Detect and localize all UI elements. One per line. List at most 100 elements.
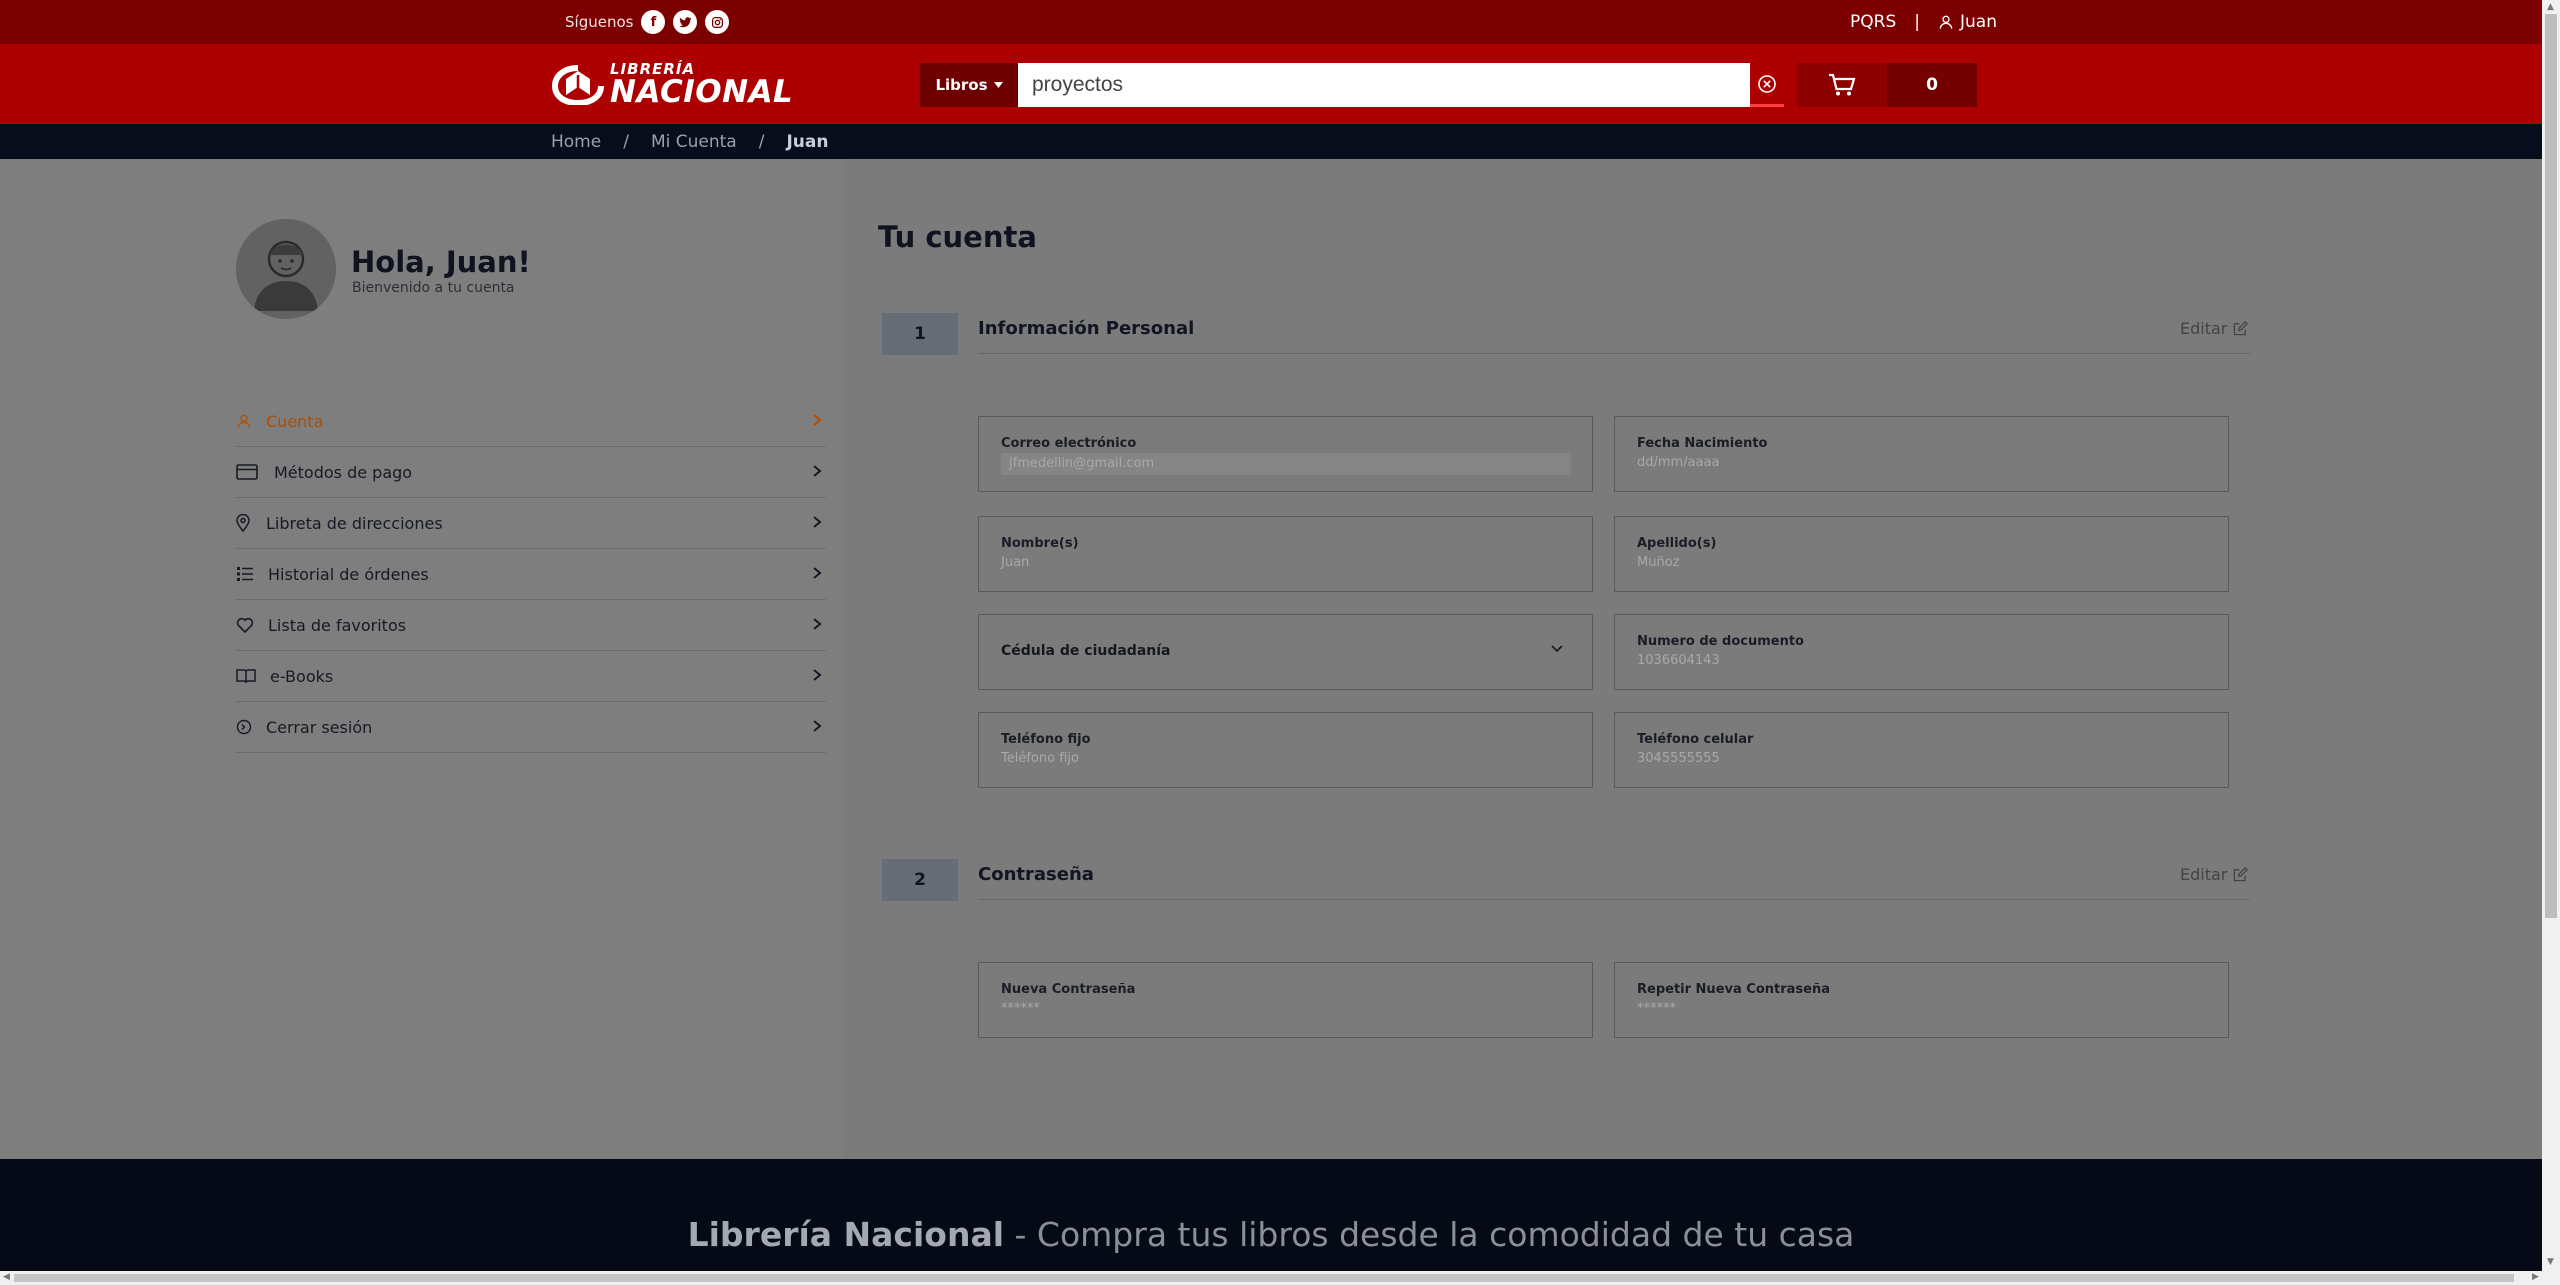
shopping-cart-icon (1829, 73, 1856, 96)
scroll-down-arrow-icon[interactable]: ▼ (2547, 1257, 2554, 1267)
nav-item-lista-favoritos[interactable]: Lista de favoritos (236, 600, 826, 651)
nav-label: Libreta de direcciones (266, 513, 443, 533)
nav-label: Cerrar sesión (266, 717, 373, 737)
last-name-label: Apellido(s) (1637, 536, 1717, 551)
mobile-field[interactable]: Teléfono celular 3045555555 (1614, 712, 2229, 788)
document-number-label: Numero de documento (1637, 634, 1804, 649)
repeat-password-label: Repetir Nueva Contraseña (1637, 982, 1830, 997)
page-title: Tu cuenta (878, 220, 1037, 254)
email-field[interactable]: Correo electrónico jfmedellin@gmail.com (978, 416, 1593, 492)
logo-big-text: NACIONAL (610, 74, 794, 110)
new-password-value: ****** (1001, 1001, 1040, 1016)
landline-placeholder: Teléfono fijo (1001, 751, 1079, 766)
breadcrumb-divider: / (623, 131, 629, 152)
facebook-icon[interactable]: f (641, 10, 666, 34)
nav-item-cuenta[interactable]: Cuenta (236, 396, 826, 447)
breadcrumb: Home / Mi Cuenta / Juan (551, 124, 828, 159)
chevron-right-icon (813, 567, 822, 579)
twitter-icon[interactable] (673, 10, 698, 34)
top-utility-bar: Síguenos f PQRS | Juan (0, 0, 2542, 44)
document-type-select[interactable]: Cédula de ciudadanía (978, 614, 1593, 690)
new-password-field[interactable]: Nueva Contraseña ****** (978, 962, 1593, 1038)
pqrs-link[interactable]: PQRS (1850, 12, 1896, 32)
birthdate-label: Fecha Nacimiento (1637, 436, 1768, 451)
section-divider (978, 899, 2250, 900)
footer-slogan: - Compra tus libros desde la comodidad d… (1004, 1215, 1855, 1254)
vertical-scrollbar[interactable]: ▲ ▼ (2542, 0, 2560, 1271)
nav-label: Lista de favoritos (268, 615, 407, 635)
breadcrumb-current: Juan (786, 131, 829, 152)
email-value: jfmedellin@gmail.com (1001, 453, 1571, 475)
clear-search-button[interactable] (1750, 63, 1784, 107)
logout-icon (236, 719, 266, 735)
repeat-password-field[interactable]: Repetir Nueva Contraseña ****** (1614, 962, 2229, 1038)
user-avatar-icon (236, 219, 336, 319)
top-right-links: PQRS | Juan (1850, 0, 1997, 44)
nav-label: e-Books (270, 666, 334, 686)
account-nav: Cuenta Métodos de pago Libreta de direcc… (236, 396, 826, 753)
scroll-up-arrow-icon[interactable]: ▲ (2547, 2, 2554, 12)
breadcrumb-home[interactable]: Home (551, 132, 601, 152)
footer-brand: Librería Nacional (687, 1215, 1005, 1254)
mobile-label: Teléfono celular (1637, 732, 1754, 747)
nav-item-metodos-pago[interactable]: Métodos de pago (236, 447, 826, 498)
document-number-field[interactable]: Numero de documento 1036604143 (1614, 614, 2229, 690)
chevron-right-icon (813, 669, 822, 681)
chevron-right-icon (813, 720, 822, 732)
logo-text: LIBRERÍA NACIONAL (610, 62, 793, 108)
chevron-right-icon (813, 618, 822, 630)
map-pin-icon (236, 514, 266, 532)
category-label: Libros (935, 76, 988, 94)
footer: Librería Nacional - Compra tus libros de… (0, 1159, 2542, 1271)
cart-icon-wrap (1797, 63, 1887, 107)
search-input[interactable] (1018, 63, 1750, 107)
welcome-text: Bienvenido a tu cuenta (352, 280, 515, 296)
follow-label: Síguenos (565, 13, 634, 31)
birthdate-field[interactable]: Fecha Nacimiento dd/mm/aaaa (1614, 416, 2229, 492)
nav-item-libreta-direcciones[interactable]: Libreta de direcciones (236, 498, 826, 549)
caret-down-icon (993, 82, 1003, 88)
user-account-link[interactable]: Juan (1938, 12, 1997, 32)
cart-count: 0 (1887, 63, 1977, 107)
nav-item-ebooks[interactable]: e-Books (236, 651, 826, 702)
list-icon (236, 566, 266, 582)
edit-icon (2234, 867, 2249, 882)
horizontal-scrollbar[interactable]: ◀ ▶ (0, 1271, 2560, 1285)
scroll-left-arrow-icon[interactable]: ◀ (3, 1272, 10, 1282)
horizontal-scroll-thumb[interactable] (14, 1274, 2514, 1282)
landline-field[interactable]: Teléfono fijo Teléfono fijo (978, 712, 1593, 788)
nav-label: Cuenta (266, 411, 324, 431)
nav-item-cerrar-sesion[interactable]: Cerrar sesión (236, 702, 826, 753)
nav-item-historial-ordenes[interactable]: Historial de órdenes (236, 549, 826, 600)
section-title-password: Contraseña (978, 864, 1094, 885)
first-name-field[interactable]: Nombre(s) Juan (978, 516, 1593, 592)
category-dropdown[interactable]: Libros (920, 63, 1018, 107)
landline-label: Teléfono fijo (1001, 732, 1091, 747)
vertical-scroll-thumb[interactable] (2545, 14, 2557, 918)
scroll-right-arrow-icon[interactable]: ▶ (2532, 1272, 2539, 1282)
chevron-down-icon (1551, 645, 1563, 653)
breadcrumb-account[interactable]: Mi Cuenta (651, 132, 737, 152)
footer-tagline: Librería Nacional - Compra tus libros de… (0, 1215, 2542, 1254)
email-label: Correo electrónico (1001, 436, 1137, 451)
section-title-personal-info: Información Personal (978, 318, 1195, 339)
logo-mark-icon (552, 65, 604, 105)
edit-personal-info-button[interactable]: Editar (2180, 319, 2249, 338)
instagram-icon[interactable] (705, 10, 730, 34)
heart-icon (236, 617, 266, 633)
document-number-value: 1036604143 (1637, 653, 1720, 668)
repeat-password-value: ****** (1637, 1001, 1676, 1016)
first-name-label: Nombre(s) (1001, 536, 1079, 551)
libreria-nacional-logo[interactable]: LIBRERÍA NACIONAL (552, 62, 793, 108)
edit-label: Editar (2180, 865, 2228, 884)
main-header: LIBRERÍA NACIONAL Libros 0 (0, 44, 2542, 124)
edit-label: Editar (2180, 319, 2228, 338)
birthdate-placeholder: dd/mm/aaaa (1637, 455, 1720, 470)
last-name-field[interactable]: Apellido(s) Muñoz (1614, 516, 2229, 592)
breadcrumb-divider: / (758, 131, 765, 152)
cart-button[interactable]: 0 (1797, 63, 1977, 107)
chevron-right-icon (813, 516, 822, 528)
document-type-value: Cédula de ciudadanía (1001, 643, 1171, 659)
mobile-value: 3045555555 (1637, 751, 1720, 766)
edit-password-button[interactable]: Editar (2180, 865, 2249, 884)
